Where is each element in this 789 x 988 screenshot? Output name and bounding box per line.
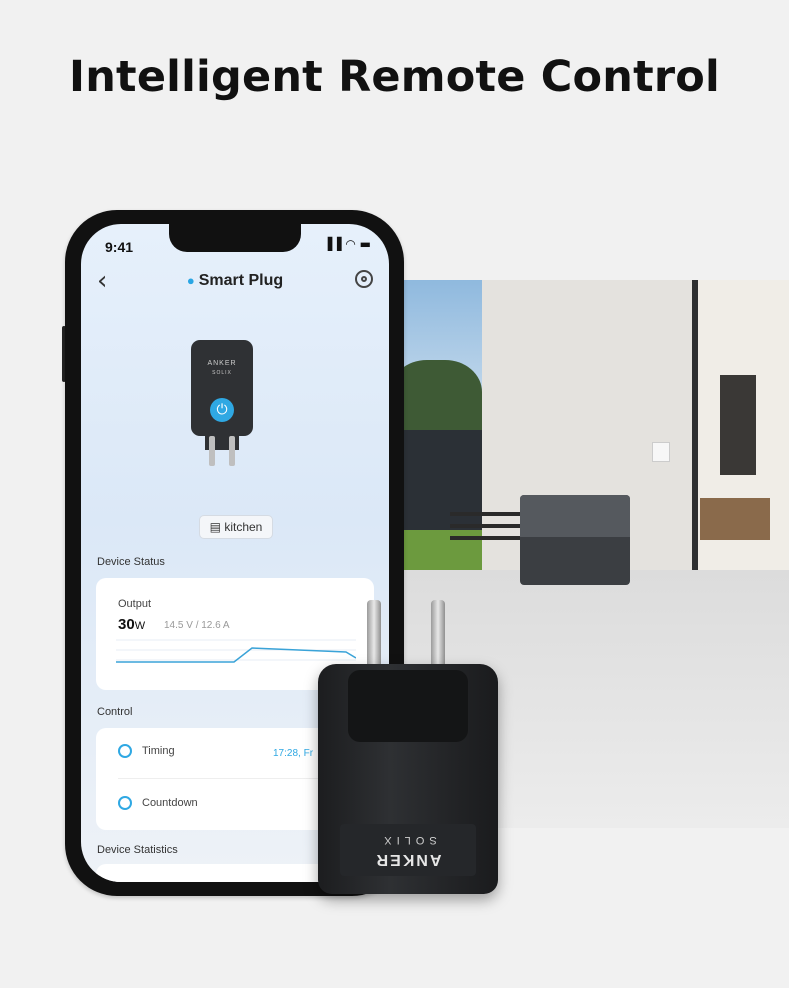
control-label: Control	[97, 706, 133, 718]
timing-row[interactable]: Timing	[118, 744, 175, 758]
plug-pin-left	[209, 436, 215, 466]
plug-pin-right	[229, 436, 235, 466]
countdown-icon	[118, 796, 132, 810]
plug-sub-label: SOLIX	[212, 370, 232, 376]
plug-brand-label: ANKER	[207, 360, 237, 367]
status-time: 9:41	[105, 239, 134, 255]
clock-icon	[118, 744, 132, 758]
timing-label: Timing	[142, 744, 175, 757]
signal-wifi-battery-icon: ▐▐ ◠ ▬	[323, 237, 371, 251]
timing-value: 17:28, Fr	[273, 748, 314, 759]
output-label: Output	[118, 598, 152, 610]
app-title-text: Smart Plug	[198, 272, 284, 289]
countdown-label: Countdown	[142, 796, 198, 809]
wifi-icon: ●	[186, 273, 195, 288]
device-status-label: Device Status	[97, 556, 165, 568]
output-detail: 14.5 V / 12.6 A	[164, 620, 230, 631]
output-unit: W	[134, 620, 146, 632]
plug-illustration: ANKER SOLIX ⏻	[191, 340, 253, 436]
settings-icon[interactable]	[355, 270, 373, 288]
wall-socket	[652, 442, 670, 462]
product-brand-label: ANKER	[374, 851, 442, 868]
power-button[interactable]: ⏻	[210, 398, 234, 422]
app-title: ● Smart Plug	[81, 272, 389, 290]
device-statistics-label: Device Statistics	[97, 844, 178, 856]
phone-notch	[169, 224, 301, 252]
headline: Intelligent Remote Control	[69, 52, 720, 102]
output-chart	[116, 639, 356, 663]
product-sub-label: SOLIX	[379, 834, 437, 846]
product-logo-plate: SOLIX ANKER	[340, 824, 476, 876]
countdown-row[interactable]: Countdown	[118, 796, 198, 810]
room-icon: ▤	[209, 520, 225, 534]
product-smart-plug: SOLIX ANKER	[318, 664, 498, 894]
output-value: 30W	[118, 616, 145, 633]
product-pin-right	[431, 600, 445, 674]
product-pin-left	[367, 600, 381, 674]
room-chip[interactable]: ▤ kitchen	[199, 515, 273, 539]
output-number: 30	[118, 616, 135, 633]
room-chip-label: kitchen	[224, 520, 263, 534]
